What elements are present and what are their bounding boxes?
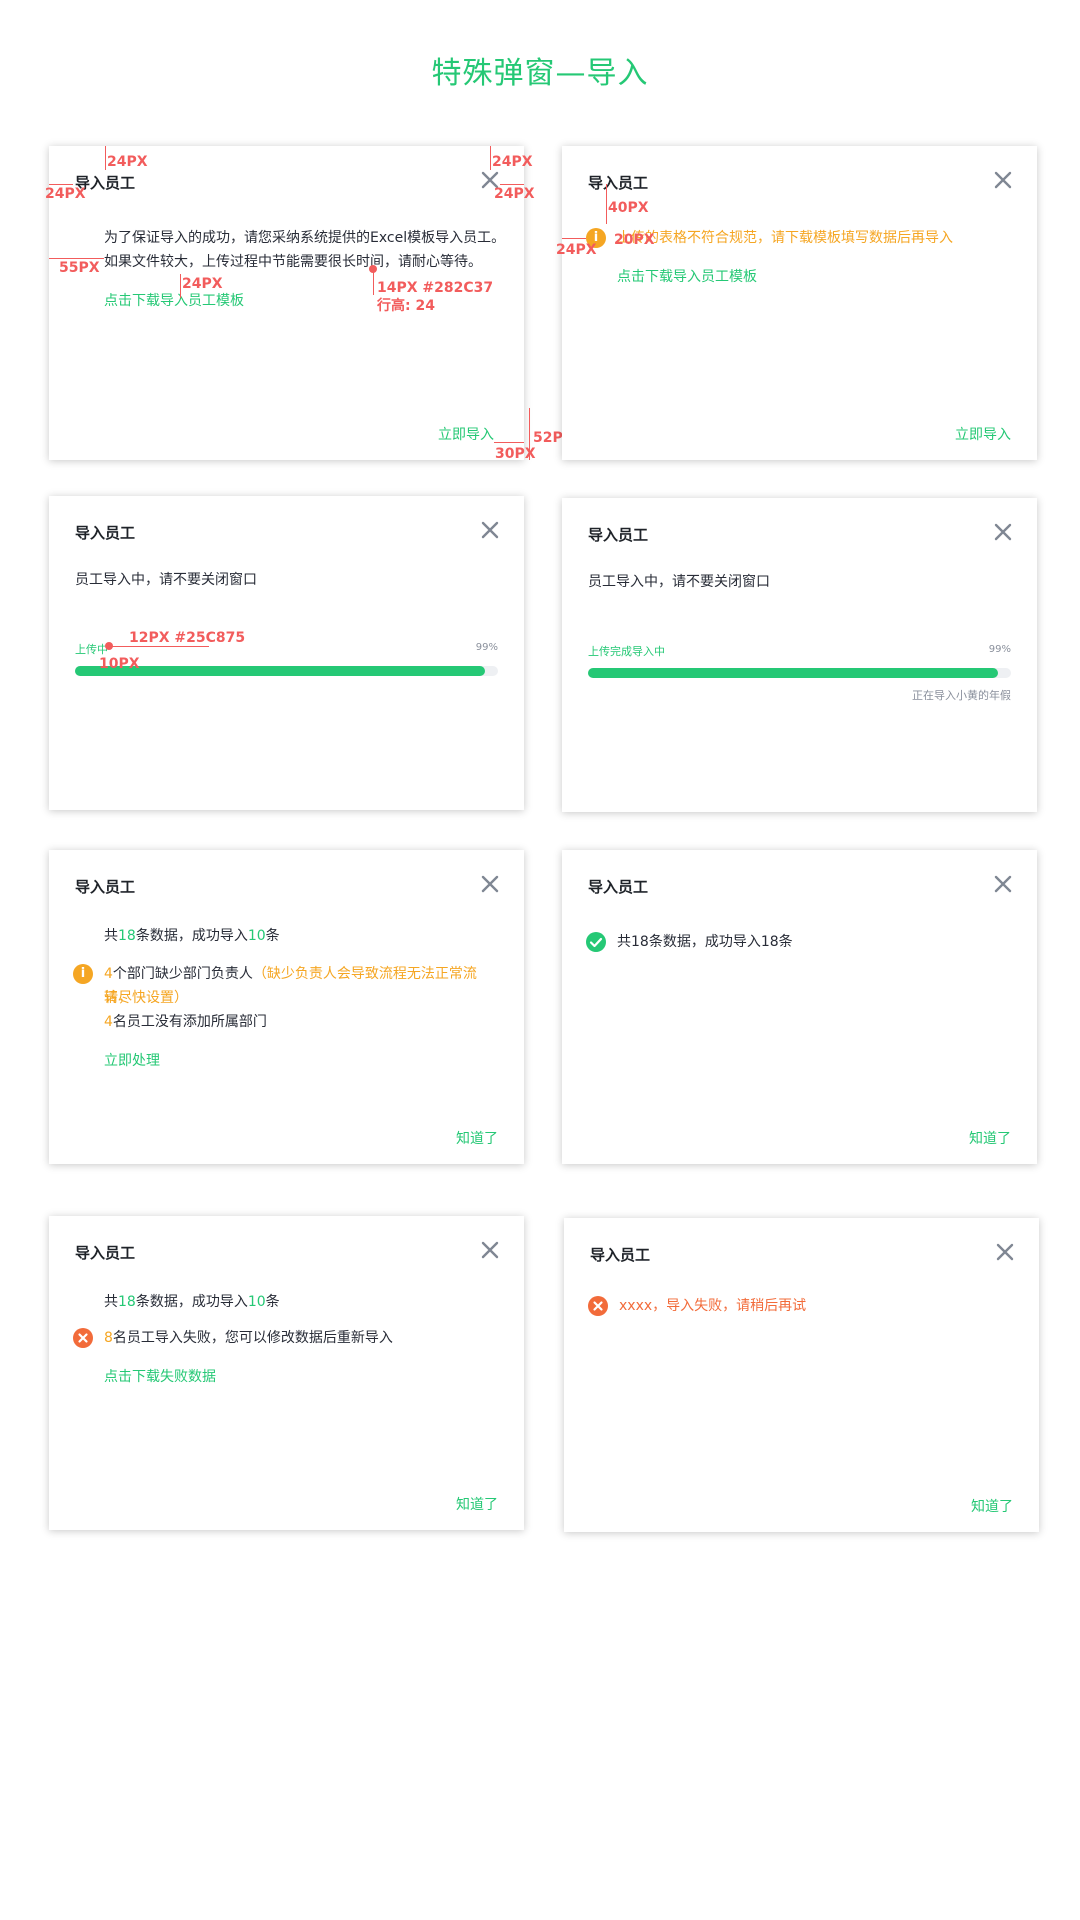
import-dialog-intro: 导入员工 为了保证导入的成功，请您采纳系统提供的Excel模板导入员工。 如果文… xyxy=(45,146,574,462)
summary-total: 18 xyxy=(118,1294,136,1310)
status-text: 员工导入中，请不要关闭窗口 xyxy=(75,572,257,588)
failure-text: 8名员工导入失败，您可以修改数据后重新导入 xyxy=(104,1326,393,1350)
progress-percent: 99% xyxy=(475,642,498,653)
import-dialog-format-error: 导入员工 i 上传的表格不符合规范，请下载模板填写数据后再导入 点击下载导入员工… xyxy=(556,146,1037,460)
check-circle-icon xyxy=(586,932,606,952)
import-dialog-failure: 导入员工 xxxx，导入失败，请稍后再试 知道了 xyxy=(564,1218,1039,1532)
close-icon[interactable] xyxy=(478,518,502,542)
annotation-line xyxy=(105,146,106,170)
got-it-button[interactable]: 知道了 xyxy=(969,1128,1011,1148)
fail-label: 名员工导入失败，您可以修改数据后重新导入 xyxy=(112,1330,393,1346)
annotation-label: 12PX #25C875 xyxy=(129,630,246,646)
dialog-title: 导入员工 xyxy=(588,878,649,896)
issue-1-count: 4 xyxy=(104,966,113,982)
dialog-title: 导入员工 xyxy=(75,878,136,896)
handle-now-link[interactable]: 立即处理 xyxy=(104,1050,160,1070)
annotation-label: 24PX xyxy=(45,186,86,202)
dialog-title: 导入员工 xyxy=(588,174,649,192)
download-template-link[interactable]: 点击下载导入员工模板 xyxy=(104,290,244,310)
error-x-icon xyxy=(73,1328,93,1348)
annotation-line xyxy=(49,184,73,185)
close-icon[interactable] xyxy=(993,1240,1017,1264)
annotation-label: 30PX xyxy=(495,446,536,462)
dialog-title: 导入员工 xyxy=(590,1246,651,1264)
annotation-line xyxy=(109,646,209,647)
download-template-link[interactable]: 点击下载导入员工模板 xyxy=(617,266,757,286)
close-icon[interactable] xyxy=(478,1238,502,1262)
success-text: 共18条数据，成功导入18条 xyxy=(617,934,793,950)
error-x-icon xyxy=(588,1296,608,1316)
warning-text: 上传的表格不符合规范，请下载模板填写数据后再导入 xyxy=(617,230,953,246)
status-text: 员工导入中，请不要关闭窗口 xyxy=(588,574,770,590)
annotation-label: 24PX xyxy=(556,242,597,258)
annotation-label: 24PX xyxy=(182,276,223,292)
description-line-2: 如果文件较大，上传过程中节能需要很长时间，请耐心等待。 xyxy=(104,254,482,270)
summary-mid: 条数据，成功导入 xyxy=(135,928,248,944)
summary-text: 共18条数据，成功导入10条 xyxy=(104,1290,280,1314)
fail-count: 8 xyxy=(104,1330,113,1346)
annotation-label: 24PX xyxy=(492,154,533,170)
summary-total: 18 xyxy=(118,928,136,944)
issue-2-text: 4名员工没有添加所属部门 xyxy=(104,1010,267,1034)
got-it-button[interactable]: 知道了 xyxy=(456,1494,498,1514)
annotation-label: 24PX xyxy=(107,154,148,170)
close-icon[interactable] xyxy=(478,872,502,896)
import-dialog-uploading: 导入员工 员工导入中，请不要关闭窗口 上传中 99% 12PX #25C875 … xyxy=(49,496,524,810)
info-warning-icon: i xyxy=(73,964,93,984)
error-text: xxxx，导入失败，请稍后再试 xyxy=(619,1298,807,1314)
annotation-line xyxy=(606,184,607,224)
description-line-1: 为了保证导入的成功，请您采纳系统提供的Excel模板导入员工。 xyxy=(104,230,506,246)
import-dialog-partial-failure: 导入员工 共18条数据，成功导入10条 8名员工导入失败，您可以修改数据后重新导… xyxy=(49,1216,524,1530)
summary-prefix: 共 xyxy=(104,1294,118,1310)
annotation-line xyxy=(180,274,181,298)
annotation-label: 14PX #282C37 xyxy=(377,280,494,296)
summary-mid: 条数据，成功导入 xyxy=(135,1294,248,1310)
dialog-title: 导入员工 xyxy=(588,526,649,544)
summary-prefix: 共 xyxy=(104,928,118,944)
progress-label: 上传完成导入中 xyxy=(588,645,665,658)
annotation-label: 40PX xyxy=(608,200,649,216)
issue-1-note-line-2: 请尽快设置） xyxy=(104,990,188,1006)
progress-fill xyxy=(588,668,999,678)
got-it-button[interactable]: 知道了 xyxy=(456,1128,498,1148)
dialog-title: 导入员工 xyxy=(75,1244,136,1262)
download-failed-data-link[interactable]: 点击下载失败数据 xyxy=(104,1366,216,1386)
issue-2-label: 名员工没有添加所属部门 xyxy=(112,1014,267,1030)
annotation-label: 10PX xyxy=(99,656,140,672)
progress-percent: 99% xyxy=(988,644,1011,655)
summary-suffix: 条 xyxy=(265,1294,280,1310)
annotation-line xyxy=(49,258,104,259)
sub-status-text: 正在导入小黄的年假 xyxy=(912,689,1011,702)
progress-bar xyxy=(588,668,1011,678)
dialog-title: 导入员工 xyxy=(75,524,136,542)
close-icon[interactable] xyxy=(991,168,1015,192)
annotation-label: 20PX xyxy=(614,232,655,248)
annotation-line xyxy=(500,184,524,185)
issue-1-label: 个部门缺少部门负责人 xyxy=(112,966,253,982)
summary-text: 共18条数据，成功导入10条 xyxy=(104,924,280,948)
import-dialog-importing: 导入员工 员工导入中，请不要关闭窗口 上传完成导入中 99% 正在导入小黄的年假 xyxy=(562,498,1037,812)
got-it-button[interactable]: 知道了 xyxy=(971,1496,1013,1516)
annotation-label: 55PX xyxy=(59,260,100,276)
close-icon[interactable] xyxy=(991,872,1015,896)
annotation-line xyxy=(562,238,586,239)
annotation-line xyxy=(373,269,374,295)
import-dialog-partial-warning: 导入员工 共18条数据，成功导入10条 i 4个部门缺少部门负责人（缺少负责人会… xyxy=(49,850,524,1164)
summary-success-count: 10 xyxy=(247,1294,266,1310)
annotation-label: 24PX xyxy=(494,186,535,202)
annotation-line xyxy=(490,146,491,170)
issue-2-count: 4 xyxy=(104,1014,113,1030)
page-title: 特殊弹窗—导入 xyxy=(431,56,649,91)
summary-success-count: 10 xyxy=(247,928,266,944)
annotation-label: 行高: 24 xyxy=(377,298,435,314)
summary-suffix: 条 xyxy=(265,928,280,944)
close-icon[interactable] xyxy=(991,520,1015,544)
import-dialog-success: 导入员工 共18条数据，成功导入18条 知道了 xyxy=(562,850,1037,1164)
annotation-line xyxy=(494,442,524,443)
import-now-button[interactable]: 立即导入 xyxy=(955,424,1011,444)
import-now-button[interactable]: 立即导入 xyxy=(438,424,494,444)
